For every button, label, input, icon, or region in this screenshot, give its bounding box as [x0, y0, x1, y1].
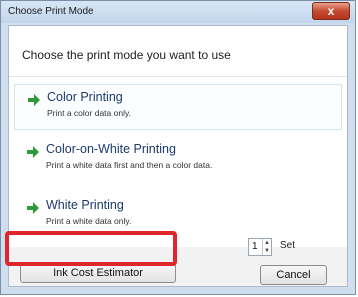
green-arrow-icon	[28, 94, 40, 106]
title-bar[interactable]: Choose Print Mode x	[1, 1, 355, 23]
cancel-button[interactable]: Cancel	[260, 265, 327, 285]
heading-area: Choose the print mode you want to use	[9, 26, 347, 77]
highlight-box	[5, 231, 177, 266]
copies-stepper[interactable]: 1 ▲ ▼	[248, 238, 272, 256]
print-mode-dialog: Choose Print Mode x Choose the print mod…	[0, 0, 356, 295]
option-description: Print a white data only.	[46, 216, 132, 226]
print-mode-options: Color Printing Print a color data only. …	[9, 77, 347, 247]
option-color-on-white-printing[interactable]: Color-on-White Printing Print a white da…	[14, 137, 342, 183]
close-button[interactable]: x	[312, 2, 350, 20]
option-title: Color-on-White Printing	[46, 142, 176, 156]
close-icon: x	[327, 4, 335, 18]
spin-down-icon[interactable]: ▼	[263, 247, 271, 255]
spin-up-icon[interactable]: ▲	[263, 239, 271, 247]
copies-value[interactable]: 1	[252, 241, 258, 252]
spin-buttons[interactable]: ▲ ▼	[262, 239, 271, 255]
option-title: Color Printing	[47, 90, 123, 104]
page-title: Choose the print mode you want to use	[22, 48, 231, 62]
option-description: Print a color data only.	[47, 108, 131, 118]
option-description: Print a white data first and then a colo…	[46, 160, 213, 170]
option-color-printing[interactable]: Color Printing Print a color data only.	[14, 84, 342, 130]
green-arrow-icon	[27, 146, 39, 158]
green-arrow-icon	[27, 202, 39, 214]
option-title: White Printing	[46, 198, 124, 212]
ink-cost-estimator-button[interactable]: Ink Cost Estimator	[20, 263, 176, 283]
window-title: Choose Print Mode	[8, 6, 94, 17]
set-label: Set	[279, 240, 295, 251]
